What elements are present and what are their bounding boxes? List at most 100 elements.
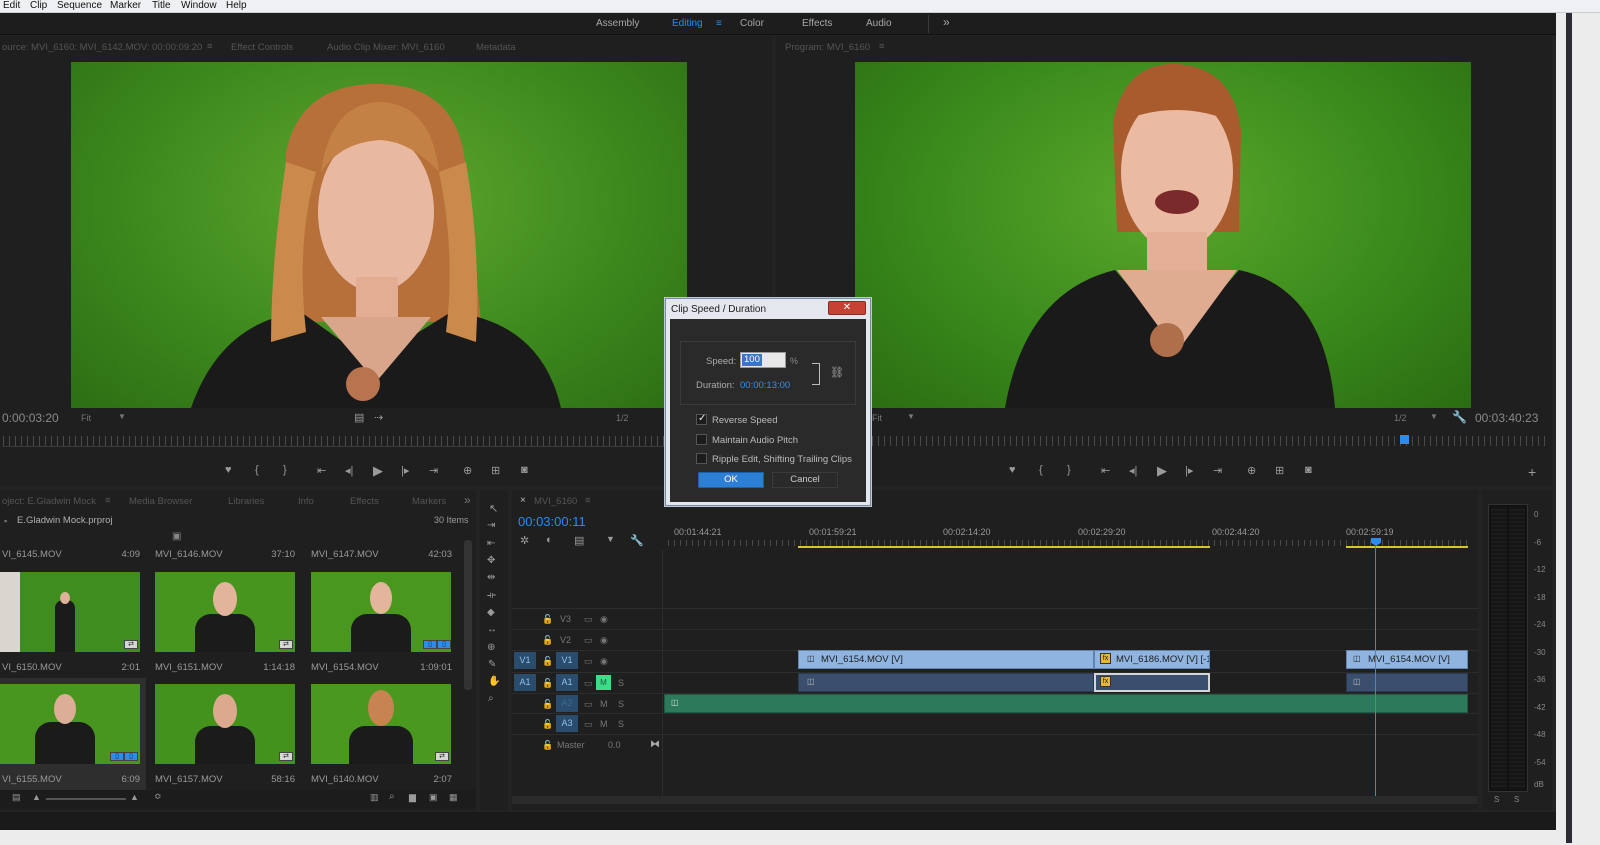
scroll-track[interactable] <box>1566 13 1572 843</box>
timeline-timecode[interactable]: 00:03:00:11 <box>518 514 586 529</box>
panel-more-icon[interactable]: » <box>464 493 471 507</box>
go-to-out-icon[interactable]: ⇥ <box>1213 464 1222 477</box>
workspace-audio[interactable]: Audio <box>866 18 892 29</box>
program-video-frame[interactable] <box>855 62 1471 408</box>
pen-icon[interactable]: ⊕ <box>487 642 495 653</box>
source-zoom-select[interactable]: Fit <box>81 413 91 423</box>
solo-button-a3[interactable]: S <box>618 719 624 729</box>
add-marker-icon[interactable]: ♥ <box>1009 464 1016 476</box>
audio-clip-a2[interactable]: ◫ <box>664 694 1468 713</box>
clip-mvi-6186-v[interactable]: fx MVI_6186.MOV [V] [-100%] <box>1094 650 1210 669</box>
project-menu-icon[interactable]: ≡ <box>105 495 111 506</box>
workspace-color[interactable]: Color <box>740 18 764 29</box>
workspace-more-icon[interactable]: » <box>943 15 950 29</box>
tab-audio-clip-mixer[interactable]: Audio Clip Mixer: MVI_6160 <box>327 42 445 53</box>
add-button-icon[interactable]: + <box>1528 464 1536 480</box>
new-bin-icon[interactable]: ▆ <box>409 792 416 803</box>
lock-icon[interactable]: 🔓 <box>542 678 553 689</box>
camera-icon[interactable]: ◙ <box>521 464 528 476</box>
camera-icon[interactable]: ◙ <box>1305 464 1312 476</box>
mark-in-icon[interactable]: { <box>255 464 259 476</box>
step-back-icon[interactable]: ◂| <box>345 464 353 477</box>
menu-sequence[interactable]: Sequence <box>57 0 102 12</box>
track-target-a1[interactable]: A1 <box>556 674 578 691</box>
workspace-assembly[interactable]: Assembly <box>596 18 639 29</box>
track-name-v3[interactable]: V3 <box>560 614 571 624</box>
timeline-playhead-line[interactable] <box>1375 546 1376 796</box>
eye-icon[interactable]: ◉ <box>600 656 608 667</box>
zoom-in-icon[interactable]: ▲ <box>130 792 139 802</box>
tab-effects[interactable]: Effects <box>350 496 379 507</box>
film-icon[interactable]: ▤ <box>354 411 364 424</box>
workspace-menu-icon[interactable]: ≡ <box>716 18 722 29</box>
step-forward-icon[interactable]: |▸ <box>1185 464 1193 477</box>
reverse-speed-checkbox[interactable]: ✓ <box>696 413 707 425</box>
program-menu-icon[interactable]: ≡ <box>879 41 885 52</box>
marker-icon[interactable]: ▼ <box>606 534 615 544</box>
mute-button-a1[interactable]: M <box>596 675 611 690</box>
rolling-edit-icon[interactable]: ✥ <box>487 555 495 566</box>
tab-sequence[interactable]: MVI_6160 <box>534 496 577 507</box>
reverse-speed-label[interactable]: Reverse Speed <box>712 415 777 426</box>
thumbnail-mvi-6154[interactable]: ▯ ▯ <box>311 572 451 652</box>
menu-window[interactable]: Window <box>181 0 217 12</box>
lock-icon[interactable]: 🔓 <box>542 635 553 646</box>
timeline-menu-icon[interactable]: ≡ <box>585 495 591 506</box>
ripple-edit-icon[interactable]: ⇤ <box>487 538 495 549</box>
maintain-pitch-checkbox[interactable] <box>696 434 707 445</box>
mute-button-a2[interactable]: M <box>600 699 608 709</box>
snap-icon[interactable]: ✲ <box>520 534 529 547</box>
menu-marker[interactable]: Marker <box>110 0 141 12</box>
thumbnail-mvi-6157[interactable]: ⇄ <box>155 684 295 764</box>
solo-button-a1[interactable]: S <box>618 678 624 688</box>
solo-right-button[interactable]: S <box>1514 795 1519 804</box>
solo-button-a2[interactable]: S <box>618 699 624 709</box>
master-volume-value[interactable]: 0.0 <box>608 740 621 750</box>
thumbnail-mvi-6150[interactable]: ⇄ <box>0 572 140 652</box>
new-item-icon[interactable]: ▣ <box>429 792 438 803</box>
program-zoom-select[interactable]: Fit <box>872 413 882 423</box>
overwrite-icon[interactable]: ⊞ <box>491 464 500 477</box>
program-resolution-select[interactable]: 1/2 <box>1394 413 1407 423</box>
extract-icon[interactable]: ⊞ <box>1275 464 1284 477</box>
insert-icon[interactable]: ⇢ <box>374 411 383 424</box>
folder-icon[interactable]: ▣ <box>172 531 181 542</box>
track-name-v2[interactable]: V2 <box>560 635 571 645</box>
search-icon[interactable]: ⌕ <box>389 791 395 802</box>
cancel-button[interactable]: Cancel <box>772 472 838 488</box>
lock-icon[interactable]: 🔓 <box>542 614 553 625</box>
lock-icon[interactable]: 🔓 <box>542 740 553 751</box>
work-area-bar[interactable] <box>798 546 1210 548</box>
track-select-icon[interactable]: ⇥ <box>487 520 495 531</box>
thumbnail-mvi-6140[interactable]: ⇄ <box>311 684 451 764</box>
go-to-end-icon[interactable]: ⧓ <box>650 739 660 750</box>
program-timecode[interactable]: 00:03:40:23 <box>1475 411 1538 425</box>
track-target-a3[interactable]: A3 <box>556 715 578 732</box>
clip-mvi-6154-v[interactable]: ◫ MVI_6154.MOV [V] <box>798 650 1094 669</box>
settings-wrench-icon[interactable]: 🔧 <box>630 534 644 547</box>
slide-icon[interactable]: ↔ <box>487 624 497 635</box>
source-menu-icon[interactable]: ≡ <box>207 41 213 52</box>
tab-effect-controls[interactable]: Effect Controls <box>231 42 293 53</box>
step-forward-icon[interactable]: |▸ <box>401 464 409 477</box>
automate-icon[interactable]: ▥ <box>370 792 379 803</box>
source-patch-v1[interactable]: V1 <box>514 652 536 669</box>
ripple-edit-checkbox[interactable] <box>696 453 707 464</box>
clip-mvi-6154-v-end[interactable]: ◫ MVI_6154.MOV [V] <box>1346 650 1468 669</box>
tab-media-browser[interactable]: Media Browser <box>129 496 192 507</box>
close-icon[interactable]: × <box>520 495 526 506</box>
rate-stretch-icon[interactable]: ⇹ <box>487 572 495 583</box>
close-icon[interactable]: ✕ <box>828 301 866 315</box>
chevron-down-icon[interactable]: ▼ <box>1430 412 1438 421</box>
play-icon[interactable]: ▶ <box>373 463 383 479</box>
sync-lock-icon[interactable]: ▭ <box>584 656 593 667</box>
menu-help[interactable]: Help <box>226 0 247 12</box>
duration-value[interactable]: 00:00:13:00 <box>740 380 790 391</box>
project-scrollbar[interactable] <box>464 540 472 690</box>
solo-left-button[interactable]: S <box>1494 795 1499 804</box>
audio-clip-a1[interactable]: ◫ <box>798 673 1094 692</box>
workspace-editing[interactable]: Editing <box>672 18 703 29</box>
work-area-bar[interactable] <box>1346 546 1468 548</box>
sync-lock-icon[interactable]: ▭ <box>584 635 593 646</box>
play-icon[interactable]: ▶ <box>1157 463 1167 479</box>
